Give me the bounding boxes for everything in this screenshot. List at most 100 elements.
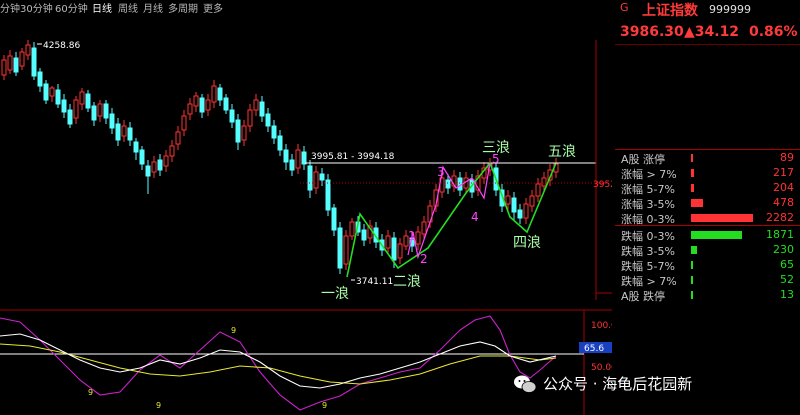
candle-body xyxy=(49,87,55,97)
low-price-label: 3741.11 xyxy=(356,277,393,287)
candle-body xyxy=(223,97,229,111)
stat-value: 1871 xyxy=(766,228,794,241)
candle-body xyxy=(283,149,289,163)
stat-value: 230 xyxy=(773,243,794,256)
candle-body xyxy=(205,99,211,111)
candle-body xyxy=(523,203,529,219)
candle-body xyxy=(325,179,331,211)
kline-chart[interactable]: 4258.86 3741.11 3995.81 - 3994.18 3952 1… xyxy=(0,0,612,415)
subwave-label-3: 3 xyxy=(437,165,445,179)
candle-body xyxy=(73,99,79,119)
candle-body xyxy=(7,55,13,71)
stat-bar xyxy=(691,246,697,254)
stat-row: A股 涨停 89 xyxy=(612,151,800,166)
tab-30min[interactable]: 30分钟 xyxy=(20,0,53,15)
candle-body xyxy=(187,103,193,115)
stat-row: 跌幅 0-3% 1871 xyxy=(612,228,800,243)
period-toolbar: 分钟 30分钟 60分钟 日线 周线 月线 多周期 更多 xyxy=(0,0,600,15)
candle-body xyxy=(307,165,313,191)
candle-body xyxy=(85,93,91,109)
candle-body xyxy=(199,97,205,113)
stat-row: 跌幅 5-7% 65 xyxy=(612,258,800,273)
tab-monthly[interactable]: 月线 xyxy=(143,0,163,15)
candle-body xyxy=(337,227,343,269)
tab-minute[interactable]: 分钟 xyxy=(0,0,20,15)
candle-body xyxy=(253,99,259,111)
candle-body xyxy=(79,91,85,105)
candle-body xyxy=(67,109,73,125)
stat-label: 涨幅 > 7% xyxy=(621,168,677,181)
stat-value: 2282 xyxy=(766,211,794,224)
candle-body xyxy=(127,127,133,141)
candle-body xyxy=(115,123,121,141)
stat-label: A股 跌停 xyxy=(621,290,666,303)
stat-label: 涨幅 3-5% xyxy=(621,198,675,211)
indicator-line-yellow xyxy=(0,343,557,385)
tab-daily[interactable]: 日线 xyxy=(92,0,112,15)
candle-body xyxy=(13,57,19,73)
candle-body xyxy=(55,89,61,105)
candle-body xyxy=(289,159,295,171)
candle-body xyxy=(241,125,247,141)
candle-body xyxy=(91,105,97,121)
subwave-label-2: 2 xyxy=(420,252,428,266)
tab-60min[interactable]: 60分钟 xyxy=(55,0,88,15)
candle-body xyxy=(217,87,223,101)
candle-body xyxy=(535,183,541,197)
candle-body xyxy=(349,221,355,237)
stat-row: 涨幅 > 7% 217 xyxy=(612,166,800,181)
index-price: 3986.30 xyxy=(620,24,684,40)
candle-body xyxy=(25,44,31,56)
candle-body xyxy=(271,125,277,139)
wechat-logo-icon xyxy=(514,375,537,393)
subwave-label-4: 4 xyxy=(471,210,479,224)
candle-body xyxy=(151,161,157,173)
stat-value: 89 xyxy=(780,151,794,164)
indicator-mark: 9 xyxy=(88,388,93,397)
stat-row: 跌幅 3-5% 230 xyxy=(612,243,800,258)
candle-body xyxy=(301,151,307,165)
candle-body xyxy=(163,155,169,167)
candle-body xyxy=(313,171,319,189)
index-percent: 0.86% xyxy=(749,24,798,40)
candle-body xyxy=(1,59,7,76)
stat-bar xyxy=(691,154,693,162)
indicator-line-white xyxy=(0,333,557,389)
tab-more[interactable]: 更多 xyxy=(203,0,223,15)
group-flag: G xyxy=(620,1,629,14)
axis-label-100: 100.0 xyxy=(591,321,612,331)
index-name[interactable]: 上证指数 xyxy=(642,0,698,20)
candle-body xyxy=(133,141,139,153)
tab-weekly[interactable]: 周线 xyxy=(118,0,138,15)
candle-body xyxy=(415,231,421,245)
candle-body xyxy=(31,47,37,77)
indicator-mark: 9 xyxy=(322,401,327,410)
stat-row: 涨幅 3-5% 478 xyxy=(612,196,800,211)
tab-multi-period[interactable]: 多周期 xyxy=(168,0,198,15)
candle-body xyxy=(97,103,103,117)
indicator-mark: 9 xyxy=(231,326,236,335)
candle-body xyxy=(265,113,271,127)
stat-value: 13 xyxy=(780,288,794,301)
candle-body xyxy=(157,159,163,171)
index-code: 999999 xyxy=(709,3,751,16)
stat-row: A股 跌停 13 xyxy=(612,288,800,303)
candle-body xyxy=(181,115,187,131)
candle-body xyxy=(505,195,511,205)
candle-body xyxy=(319,173,325,181)
stat-bar xyxy=(691,199,703,207)
candle-body xyxy=(421,221,427,235)
stat-row: 跌幅 > 7% 52 xyxy=(612,273,800,288)
candle-body xyxy=(385,235,391,249)
wave-label-2: 二浪 xyxy=(393,274,421,290)
indicator-line-magenta xyxy=(0,315,557,411)
candle-body xyxy=(121,125,127,137)
stat-value: 65 xyxy=(780,258,794,271)
subwave-label-5: 5 xyxy=(492,152,500,166)
level-price-label: 3995.81 - 3994.18 xyxy=(311,152,395,162)
stat-bar xyxy=(691,276,693,284)
stat-row: 涨幅 0-3% 2282 xyxy=(612,211,800,226)
stat-row: 涨幅 5-7% 204 xyxy=(612,181,800,196)
stat-value: 217 xyxy=(773,166,794,179)
subwave-label-1: 1 xyxy=(408,229,416,243)
